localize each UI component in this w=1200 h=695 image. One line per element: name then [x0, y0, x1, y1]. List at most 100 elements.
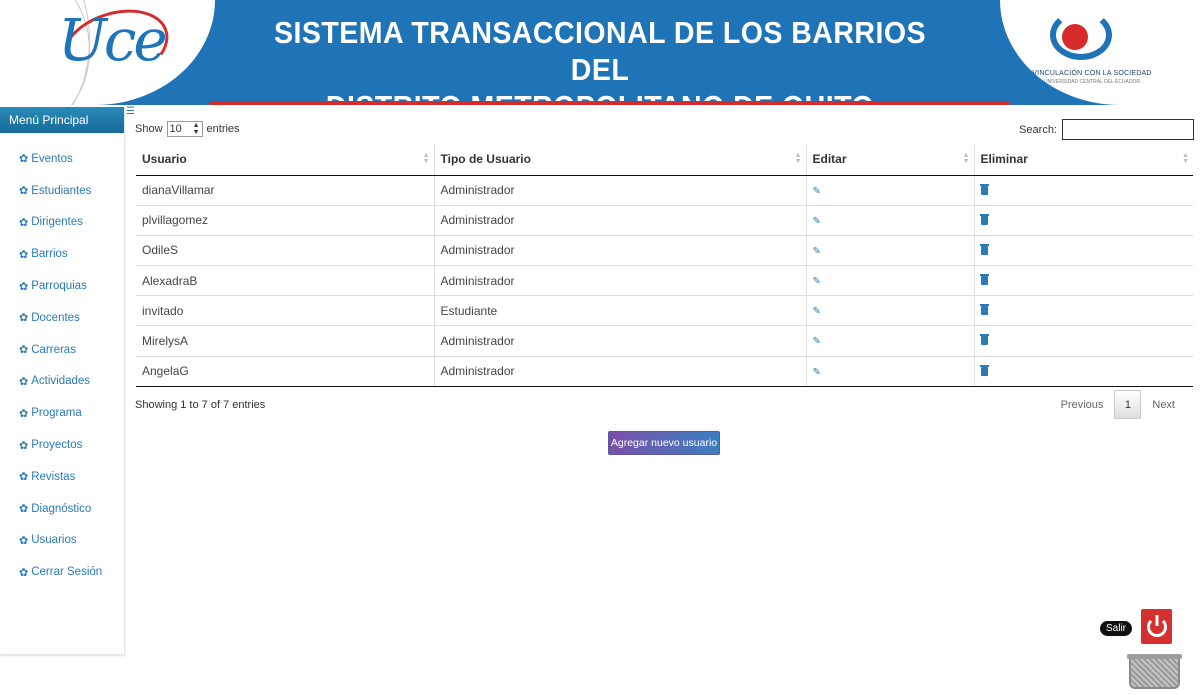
- basket-icon[interactable]: [1127, 654, 1182, 689]
- sidebar-item-estudiantes[interactable]: ✿ Estudiantes: [0, 175, 124, 207]
- uce-logo-text: Uce: [58, 6, 168, 74]
- cell-tipo: Administrador: [434, 355, 807, 387]
- page-title: SISTEMA TRANSACCIONAL DE LOS BARRIOS DEL…: [260, 14, 941, 105]
- pencil-icon[interactable]: ✎: [813, 186, 821, 197]
- page-button-current[interactable]: 1: [1114, 390, 1142, 419]
- logout-button[interactable]: [1141, 609, 1172, 644]
- cell-usuario: OdileS: [136, 234, 435, 266]
- sidebar-item-revistas[interactable]: ✿ Revistas: [0, 461, 124, 493]
- sidebar-item-diagnostico[interactable]: ✿ Diagnóstico: [0, 493, 124, 525]
- gear-icon: ✿: [19, 248, 29, 261]
- sidebar-item-programa[interactable]: ✿ Programa: [0, 397, 124, 429]
- cell-editar: ✎: [806, 295, 975, 326]
- sidebar-item-barrios[interactable]: ✿ Barrios: [0, 238, 124, 270]
- cell-editar: ✎: [806, 174, 975, 206]
- trash-icon[interactable]: [979, 183, 989, 195]
- banner-divider: [210, 101, 1010, 105]
- sidebar-item-actividades[interactable]: ✿ Actividades: [0, 366, 124, 398]
- cell-eliminar: [974, 295, 1193, 326]
- table-row: MirelysA Administrador ✎: [136, 325, 1193, 357]
- search-input[interactable]: [1062, 119, 1194, 140]
- pencil-icon[interactable]: ✎: [813, 216, 821, 227]
- sidebar-item-label: Revistas: [31, 470, 76, 483]
- cell-tipo: Administrador: [434, 325, 807, 357]
- previous-button[interactable]: Previous: [1050, 399, 1115, 411]
- sidebar-item-cerrar-sesion[interactable]: ✿ Cerrar Sesión: [0, 556, 124, 588]
- pencil-icon[interactable]: ✎: [813, 276, 821, 287]
- search-label: Search:: [1019, 123, 1057, 136]
- pencil-icon[interactable]: ✎: [813, 336, 821, 347]
- cell-eliminar: [974, 265, 1193, 296]
- add-user-button[interactable]: Agregar nuevo usuario: [608, 431, 720, 455]
- sidebar-item-label: Parroquias: [31, 280, 87, 293]
- updown-arrows-icon: ▲ ▼: [192, 122, 200, 136]
- table-row: invitado Estudiante ✎: [136, 295, 1193, 326]
- sidebar-item-label: Docentes: [31, 311, 80, 324]
- pencil-icon[interactable]: ✎: [813, 367, 821, 378]
- sidebar-item-eventos[interactable]: ✿ Eventos: [0, 143, 124, 175]
- gear-icon: ✿: [19, 503, 29, 516]
- table-row: OdileS Administrador ✎: [136, 234, 1193, 266]
- trash-icon[interactable]: [979, 213, 989, 225]
- gear-icon: ✿: [19, 407, 29, 420]
- trash-icon[interactable]: [979, 304, 989, 316]
- cell-usuario: AlexadraB: [136, 265, 435, 296]
- sidebar: Menú Principal ✿ Eventos ✿ Estudiantes ✿ Di…: [0, 107, 125, 654]
- universidad-logo-text: UNIVERSIDAD CENTRAL DEL ECUADOR: [1043, 79, 1141, 85]
- cell-eliminar: [974, 204, 1193, 236]
- column-header-tipo[interactable]: Tipo de Usuario ▲ ▼: [434, 144, 807, 176]
- cell-eliminar: [974, 174, 1193, 206]
- cell-editar: ✎: [806, 265, 975, 296]
- sidebar-item-label: Actividades: [31, 375, 91, 388]
- pencil-icon[interactable]: ✎: [813, 306, 821, 317]
- gear-icon: ✿: [19, 185, 29, 198]
- column-header-editar[interactable]: Editar ▲ ▼: [806, 144, 975, 176]
- gear-icon: ✿: [19, 153, 29, 166]
- gear-icon: ✿: [19, 344, 29, 357]
- entries-length-select[interactable]: 10 ▲ ▼: [166, 121, 203, 137]
- sidebar-item-label: Barrios: [31, 248, 68, 261]
- sidebar-item-usuarios[interactable]: ✿ Usuarios: [0, 525, 124, 557]
- trash-icon[interactable]: [979, 364, 989, 376]
- page-title-line1: SISTEMA TRANSACCIONAL DE LOS BARRIOS DEL: [274, 15, 926, 87]
- cell-editar: ✎: [806, 325, 975, 357]
- sort-icon: ▲ ▼: [422, 152, 430, 165]
- sidebar-item-label: Dirigentes: [31, 216, 83, 229]
- sidebar-item-label: Carreras: [31, 343, 76, 356]
- sidebar-item-label: Cerrar Sesión: [31, 566, 103, 579]
- cell-eliminar: [974, 325, 1193, 357]
- cell-editar: ✎: [806, 355, 975, 387]
- pencil-icon[interactable]: ✎: [813, 246, 821, 257]
- sidebar-item-proyectos[interactable]: ✿ Proyectos: [0, 429, 124, 461]
- logout-tooltip: Salir: [1100, 621, 1133, 636]
- gear-icon: ✿: [19, 216, 29, 229]
- logo-mark-red: [1062, 24, 1088, 50]
- table-row: AlexadraB Administrador ✎: [136, 265, 1193, 296]
- vinculacion-logo-text: VINCULACIÓN CON LA SOCIEDAD: [1032, 70, 1152, 77]
- sidebar-item-parroquias[interactable]: ✿ Parroquias: [0, 270, 124, 302]
- cell-editar: ✎: [806, 204, 975, 236]
- cell-tipo: Estudiante: [434, 295, 807, 326]
- column-header-eliminar[interactable]: Eliminar ▲ ▼: [974, 144, 1193, 176]
- next-button[interactable]: Next: [1141, 399, 1186, 411]
- column-header-usuario[interactable]: Usuario ▲ ▼: [136, 144, 435, 176]
- column-header-label: Usuario: [142, 152, 187, 167]
- trash-icon[interactable]: [979, 334, 989, 346]
- trash-icon[interactable]: [979, 274, 989, 286]
- column-header-label: Eliminar: [980, 152, 1028, 167]
- search-control: Search:: [1019, 119, 1194, 140]
- cell-tipo: Administrador: [434, 265, 807, 296]
- list-icon[interactable]: ☰: [126, 107, 135, 117]
- sidebar-item-carreras[interactable]: ✿ Carreras: [0, 334, 124, 366]
- sidebar-item-dirigentes[interactable]: ✿ Dirigentes: [0, 207, 124, 239]
- column-header-label: Tipo de Usuario: [440, 152, 531, 167]
- sidebar-item-label: Diagnóstico: [31, 502, 92, 515]
- show-label: Show: [135, 123, 163, 135]
- sidebar-item-docentes[interactable]: ✿ Docentes: [0, 302, 124, 334]
- sidebar-item-label: Eventos: [31, 152, 73, 165]
- gear-icon: ✿: [19, 280, 29, 293]
- trash-icon[interactable]: [979, 243, 989, 255]
- gear-icon: ✿: [19, 375, 29, 388]
- cell-eliminar: [974, 355, 1193, 387]
- sidebar-item-label: Programa: [31, 407, 82, 420]
